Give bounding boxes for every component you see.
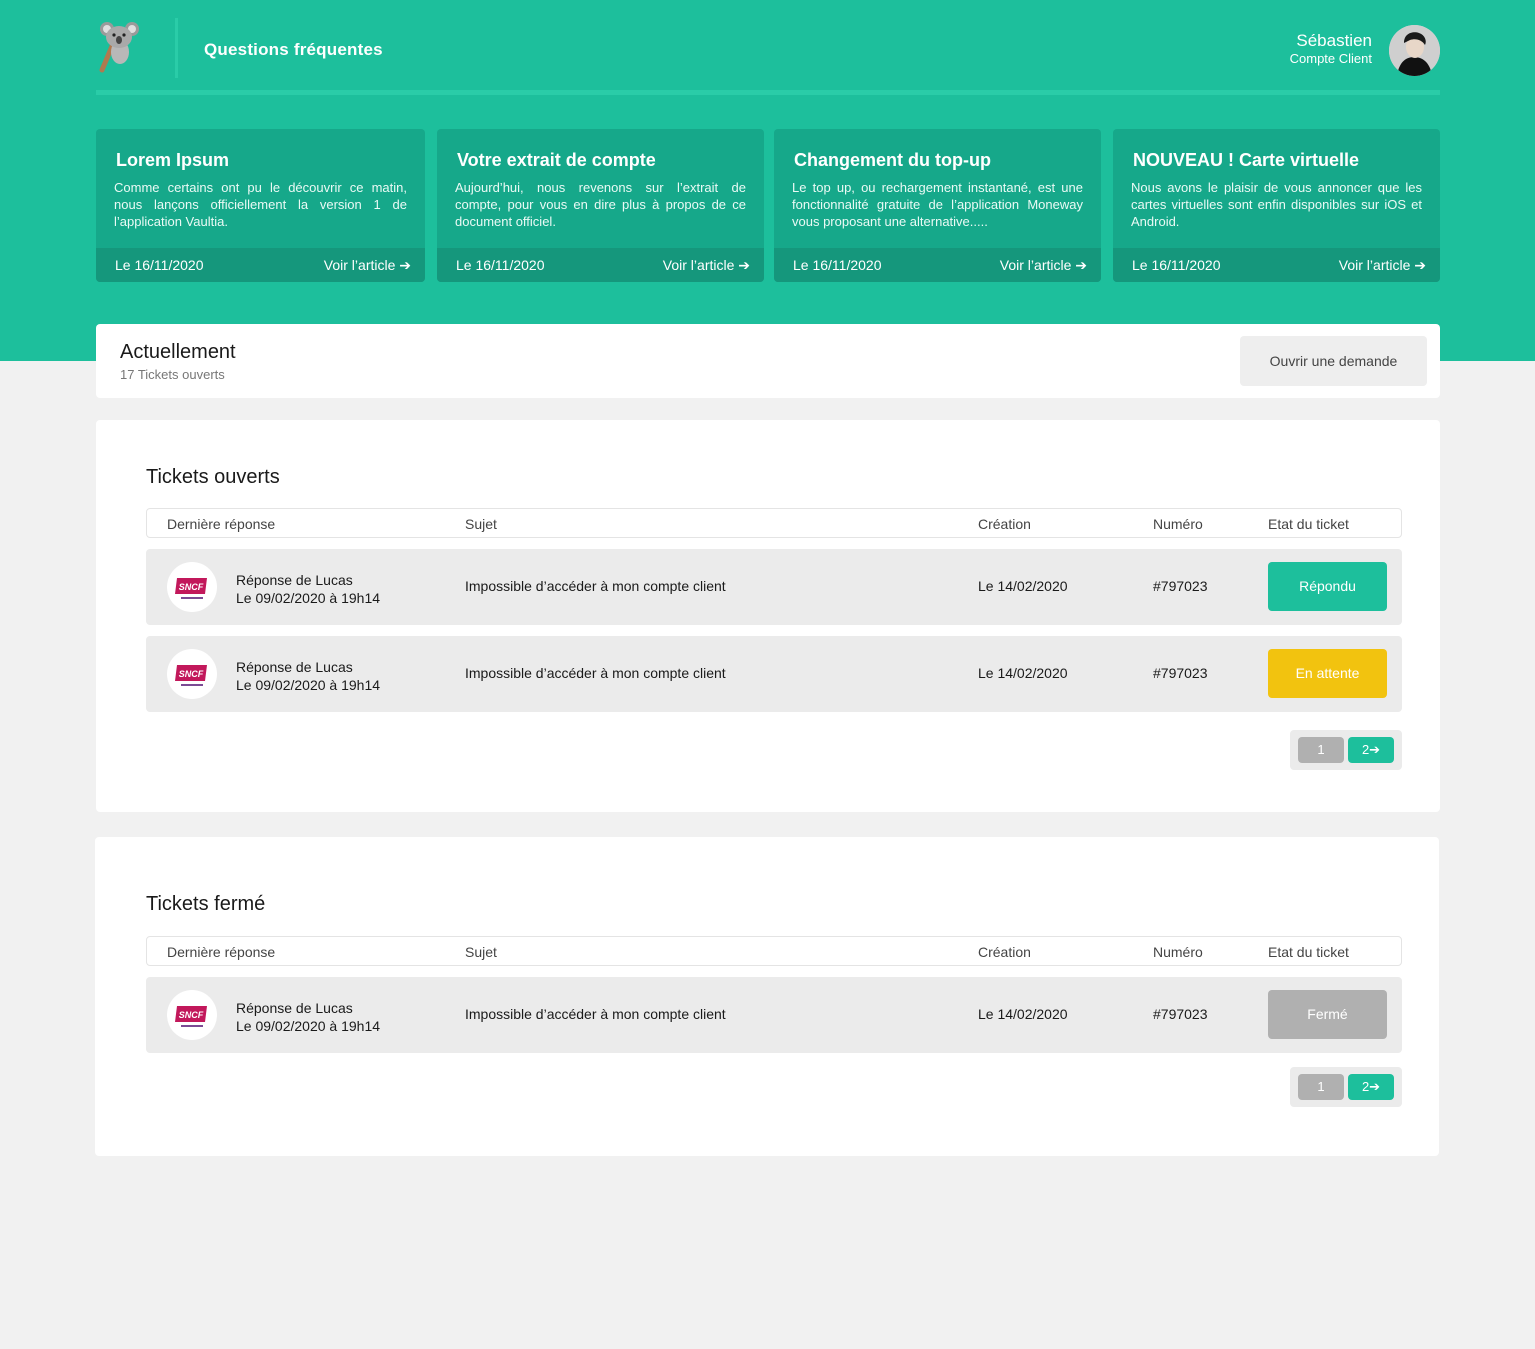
read-article-link[interactable]: Voir l’article ➔ [1339,257,1426,274]
svg-text:SNCF: SNCF [179,582,204,592]
page-1-button[interactable]: 1 [1298,1074,1344,1100]
read-article-link[interactable]: Voir l’article ➔ [1000,257,1087,274]
news-date: Le 16/11/2020 [1132,257,1221,273]
news-date: Le 16/11/2020 [793,257,882,273]
koala-logo-icon[interactable] [96,18,142,74]
col-number: Numéro [1153,944,1203,960]
ticket-created: Le 14/02/2020 [978,665,1068,681]
user-avatar[interactable] [1389,25,1440,76]
read-article-link[interactable]: Voir l’article ➔ [324,257,411,274]
ticket-created: Le 14/02/2020 [978,578,1068,594]
reply-date: Le 09/02/2020 à 19h14 [236,677,381,693]
user-role: Compte Client [1289,51,1372,66]
user-name: Sébastien [1296,31,1372,50]
col-created: Création [978,516,1031,532]
last-reply: Réponse de Lucas Le 09/02/2020 à 19h14 [236,571,380,607]
news-title: NOUVEAU ! Carte virtuelle [1133,150,1360,170]
news-footer: Le 16/11/2020 Voir l’article ➔ [437,248,764,282]
news-title: Votre extrait de compte [457,150,656,170]
header-underline [96,90,1440,95]
ticket-row[interactable]: SNCF Réponse de Lucas Le 09/02/2020 à 19… [146,977,1402,1053]
current-summary: Actuellement 17 Tickets ouverts Ouvrir u… [96,324,1440,398]
reply-author: Réponse de Lucas [236,572,353,588]
svg-text:SNCF: SNCF [179,669,204,679]
ticket-created: Le 14/02/2020 [978,1006,1068,1022]
read-article-link[interactable]: Voir l’article ➔ [663,257,750,274]
sncf-reseau-logo-icon: SNCF [167,990,217,1040]
reply-date: Le 09/02/2020 à 19h14 [236,1018,381,1034]
news-excerpt: Aujourd’hui, nous revenons sur l’extrait… [455,180,746,229]
page-next-button[interactable]: 2➔ [1348,1074,1394,1100]
news-title: Changement du top-up [794,150,991,170]
col-subject: Sujet [465,516,497,532]
pagination: 1 2➔ [1290,730,1402,770]
page-title[interactable]: Questions fréquentes [204,40,383,60]
ticket-row[interactable]: SNCF Réponse de Lucas Le 09/02/2020 à 19… [146,549,1402,625]
last-reply: Réponse de Lucas Le 09/02/2020 à 19h14 [236,999,380,1035]
col-subject: Sujet [465,944,497,960]
news-excerpt: Comme certains ont pu le découvrir ce ma… [114,180,407,229]
open-tickets-panel: Tickets ouverts Dernière réponse Sujet C… [96,420,1440,812]
open-tickets-count: 17 Tickets ouverts [120,367,225,382]
status-badge-closed[interactable]: Fermé [1268,990,1387,1039]
table-header: Dernière réponse Sujet Création Numéro E… [146,508,1402,538]
col-status: Etat du ticket [1268,944,1349,960]
top-header: Questions fréquentes Sébastien Compte Cl… [96,0,1440,96]
ticket-row[interactable]: SNCF Réponse de Lucas Le 09/02/2020 à 19… [146,636,1402,712]
col-last-reply: Dernière réponse [167,944,276,960]
header-divider [175,18,178,78]
news-footer: Le 16/11/2020 Voir l’article ➔ [774,248,1101,282]
news-card[interactable]: NOUVEAU ! Carte virtuelle Nous avons le … [1113,129,1440,282]
news-footer: Le 16/11/2020 Voir l’article ➔ [96,248,425,282]
reply-author: Réponse de Lucas [236,659,353,675]
sncf-reseau-logo-icon: SNCF [167,562,217,612]
news-excerpt: Le top up, ou rechargement instantané, e… [792,180,1083,229]
pagination: 1 2➔ [1290,1067,1402,1107]
last-reply: Réponse de Lucas Le 09/02/2020 à 19h14 [236,658,380,694]
ticket-subject: Impossible d’accéder à mon compte client [465,578,726,594]
col-status: Etat du ticket [1268,516,1349,532]
col-number: Numéro [1153,516,1203,532]
status-badge-answered[interactable]: Répondu [1268,562,1387,611]
news-date: Le 16/11/2020 [456,257,545,273]
news-card[interactable]: Lorem Ipsum Comme certains ont pu le déc… [96,129,425,282]
news-footer: Le 16/11/2020 Voir l’article ➔ [1113,248,1440,282]
ticket-subject: Impossible d’accéder à mon compte client [465,1006,726,1022]
col-created: Création [978,944,1031,960]
open-request-button[interactable]: Ouvrir une demande [1240,336,1427,386]
reply-author: Réponse de Lucas [236,1000,353,1016]
news-date: Le 16/11/2020 [115,257,204,273]
ticket-subject: Impossible d’accéder à mon compte client [465,665,726,681]
ticket-number: #797023 [1153,578,1208,594]
news-card[interactable]: Votre extrait de compte Aujourd’hui, nou… [437,129,764,282]
news-excerpt: Nous avons le plaisir de vous annoncer q… [1131,180,1422,229]
news-title: Lorem Ipsum [116,150,230,170]
table-header: Dernière réponse Sujet Création Numéro E… [146,936,1402,966]
user-info[interactable]: Sébastien Compte Client [1290,31,1372,67]
page-1-button[interactable]: 1 [1298,737,1344,763]
page-next-button[interactable]: 2➔ [1348,737,1394,763]
col-last-reply: Dernière réponse [167,516,276,532]
closed-tickets-title: Tickets fermé [146,893,266,915]
current-title: Actuellement [120,341,236,363]
news-card[interactable]: Changement du top-up Le top up, ou recha… [774,129,1101,282]
ticket-number: #797023 [1153,1006,1208,1022]
open-tickets-title: Tickets ouverts [146,466,280,488]
svg-text:SNCF: SNCF [179,1010,204,1020]
reply-date: Le 09/02/2020 à 19h14 [236,590,381,606]
sncf-reseau-logo-icon: SNCF [167,649,217,699]
ticket-number: #797023 [1153,665,1208,681]
status-badge-pending[interactable]: En attente [1268,649,1387,698]
closed-tickets-panel: Tickets fermé Dernière réponse Sujet Cré… [95,837,1439,1156]
